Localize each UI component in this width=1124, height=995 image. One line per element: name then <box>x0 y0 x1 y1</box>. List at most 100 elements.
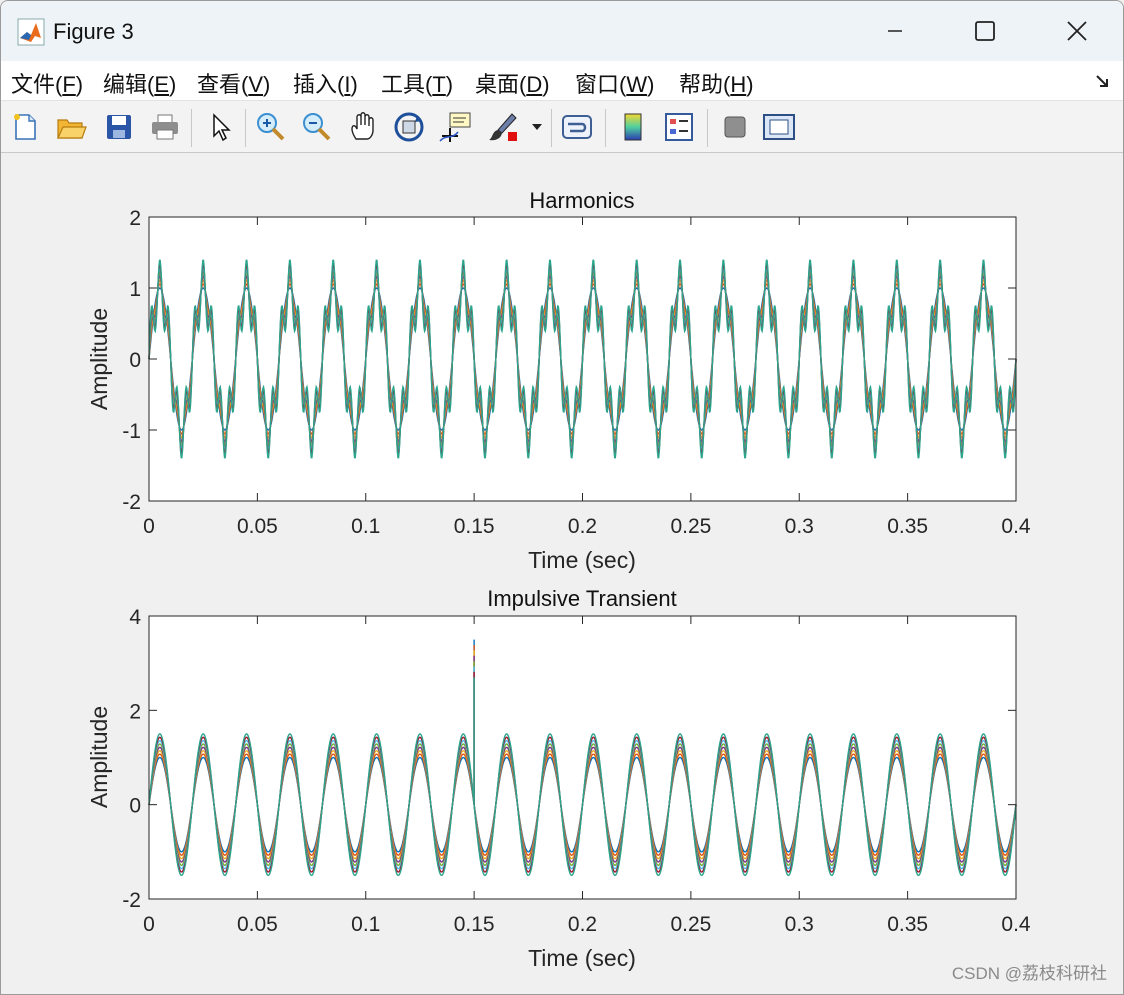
menu-help-tail: ) <box>746 72 754 97</box>
menu-insert-tail: ) <box>350 72 358 97</box>
open-file-icon <box>57 119 87 139</box>
x-tick-label: 0.15 <box>454 913 495 936</box>
watermark-text: CSDN @荔枝科研社 <box>951 964 1107 983</box>
toolbar-separator <box>245 109 246 147</box>
edit-plot-button[interactable] <box>201 109 237 145</box>
menu-desktop-tail: ) <box>542 72 550 97</box>
menu-insert-label: 插入( <box>293 72 345 97</box>
menu-desktop-label: 桌面( <box>475 72 527 97</box>
figure-toolbar <box>1 101 1123 153</box>
data-cursor-icon <box>439 112 471 142</box>
toolbar-separator <box>551 109 552 147</box>
menu-help-key: H <box>730 72 747 97</box>
brush-icon <box>489 113 517 141</box>
y-tick-label: -2 <box>122 889 141 912</box>
y-tick-label: 1 <box>129 278 141 301</box>
x-tick-label: 0 <box>143 913 155 936</box>
menu-desktop[interactable]: 桌面(D) <box>475 67 550 99</box>
chart-title: Harmonics <box>529 188 634 213</box>
toolbar-separator <box>605 109 606 147</box>
rotate-3d-button[interactable] <box>391 109 427 145</box>
x-tick-label: 0.3 <box>785 515 814 538</box>
x-tick-label: 0.4 <box>1001 515 1031 538</box>
menu-file-label: 文件( <box>11 72 63 97</box>
brush-dropdown-button[interactable] <box>527 109 547 145</box>
dock-arrow-icon[interactable] <box>1095 73 1111 89</box>
menu-file-tail: ) <box>75 72 84 97</box>
link-plot-button[interactable] <box>559 109 595 145</box>
menu-help[interactable]: 帮助(H) <box>679 67 754 99</box>
x-tick-label: 0 <box>143 515 155 538</box>
data-cursor-button[interactable] <box>437 109 473 145</box>
brush-button[interactable] <box>485 109 521 145</box>
menu-view[interactable]: 查看(V) <box>197 67 270 99</box>
y-axis-label: Amplitude <box>86 706 112 808</box>
menu-view-key: V <box>248 72 264 97</box>
chevron-down-icon <box>532 124 542 130</box>
legend-icon <box>665 113 693 141</box>
x-tick-label: 0.05 <box>237 515 278 538</box>
insert-colorbar-button[interactable] <box>615 109 651 145</box>
zoom-out-button[interactable] <box>299 109 335 145</box>
maximize-button[interactable] <box>939 1 1031 61</box>
new-figure-button[interactable] <box>7 109 43 145</box>
y-tick-label: 4 <box>129 606 141 629</box>
insert-legend-button[interactable] <box>661 109 697 145</box>
y-axis-label: Amplitude <box>86 308 112 410</box>
x-tick-label: 0.25 <box>670 913 711 936</box>
menu-insert[interactable]: 插入(I) <box>293 67 358 99</box>
menu-tools[interactable]: 工具(T) <box>381 67 453 99</box>
pointer-icon <box>213 113 231 142</box>
axes-background <box>149 616 1016 899</box>
menu-edit-key: E <box>154 72 170 97</box>
toolbar-separator <box>191 109 192 147</box>
plot-canvas: 0 0.05 0.1 0.15 0.2 0.25 0.3 0.35 0.4 -2 -1 0 1 2 Har… <box>86 188 1031 971</box>
print-icon <box>152 114 178 140</box>
y-tick-label: -2 <box>122 491 141 514</box>
x-axis-label: Time (sec) <box>528 945 636 971</box>
zoom-out-icon <box>303 113 331 141</box>
window-title: Figure 3 <box>53 19 134 44</box>
show-plot-tools-button[interactable] <box>761 109 797 145</box>
menu-window-key: W <box>626 72 648 97</box>
open-file-button[interactable] <box>53 109 89 145</box>
x-tick-label: 0.15 <box>454 515 495 538</box>
menu-window-tail: ) <box>647 72 655 97</box>
maximize-icon <box>975 21 995 41</box>
menu-tools-tail: ) <box>445 72 454 97</box>
pan-hand-icon <box>351 112 374 140</box>
y-tick-label: 2 <box>129 700 141 723</box>
menu-edit[interactable]: 编辑(E) <box>103 67 176 99</box>
menu-view-tail: ) <box>263 72 271 97</box>
pan-button[interactable] <box>345 109 381 145</box>
x-tick-label: 0.35 <box>887 913 928 936</box>
toolbar-separator <box>707 109 708 147</box>
zoom-in-button[interactable] <box>253 109 289 145</box>
subplot-harmonics[interactable]: 0 0.05 0.1 0.15 0.2 0.25 0.3 0.35 0.4 -2 -1 0 1 2 Har… <box>86 188 1031 573</box>
save-icon <box>107 115 131 139</box>
zoom-in-icon <box>257 113 285 141</box>
minimize-icon <box>888 30 902 32</box>
link-plot-icon <box>562 115 592 139</box>
show-plot-tools-icon <box>763 114 795 140</box>
print-button[interactable] <box>147 109 183 145</box>
minimize-button[interactable] <box>849 1 941 61</box>
colorbar-icon <box>624 113 642 141</box>
x-axis-label: Time (sec) <box>528 547 636 573</box>
menu-file[interactable]: 文件(F) <box>11 67 83 99</box>
matlab-icon <box>17 18 45 46</box>
save-button[interactable] <box>101 109 137 145</box>
x-tick-label: 0.4 <box>1001 913 1031 936</box>
close-button[interactable] <box>1031 1 1123 61</box>
subplot-impulsive-transient[interactable]: 0 0.05 0.1 0.15 0.2 0.25 0.3 0.35 0.4-2024 Impul… <box>86 586 1031 971</box>
x-tick-label: 0.3 <box>785 913 814 936</box>
hide-plot-tools-icon <box>724 116 746 138</box>
close-icon <box>1067 21 1087 41</box>
menu-tools-key: T <box>432 72 446 97</box>
hide-plot-tools-button[interactable] <box>717 109 753 145</box>
x-tick-label: 0.1 <box>351 515 380 538</box>
figure-window: Figure 3 文件(F) 编辑(E) 查看(V) 插入(I) 工具(T) 桌… <box>0 0 1124 995</box>
menu-window[interactable]: 窗口(W) <box>575 67 654 99</box>
menu-edit-label: 编辑( <box>103 72 155 97</box>
x-tick-label: 0.2 <box>568 515 597 538</box>
